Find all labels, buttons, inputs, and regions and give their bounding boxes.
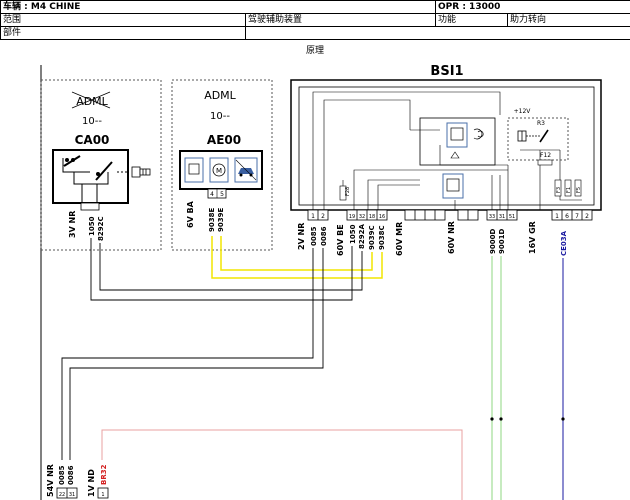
pin-label: 4 bbox=[210, 191, 214, 198]
ae00-top-label: ADML bbox=[204, 89, 236, 102]
wire-label: 0085 bbox=[310, 226, 318, 246]
pin-label: 6 bbox=[565, 213, 569, 220]
vehicle-icon bbox=[234, 157, 258, 183]
ca00-switch-box bbox=[52, 149, 129, 204]
ae00-name: AE00 bbox=[207, 133, 241, 147]
bsi-voltage-label: +12V bbox=[514, 108, 532, 115]
wire-label: 1050 bbox=[349, 224, 357, 244]
splice-point bbox=[561, 417, 565, 421]
bsi-signal-icon bbox=[473, 128, 484, 140]
ecu-chip-icon bbox=[184, 157, 204, 183]
pin-label: 22 bbox=[59, 492, 65, 498]
wiring-diagram: ADML 10-- CA00 3V NR 1050 8292C ADML 10-… bbox=[40, 64, 602, 500]
ca00-connector-label: 3V NR bbox=[68, 211, 77, 238]
pink-wire bbox=[101, 429, 463, 500]
bsi-relay-label: R3 bbox=[537, 120, 545, 127]
diode-icon bbox=[450, 151, 460, 159]
pin-label: 33 bbox=[489, 214, 495, 220]
wire-label: 8292C bbox=[97, 216, 105, 241]
fuse-f28-label: F28 bbox=[345, 187, 351, 196]
pin-label: 2 bbox=[321, 213, 325, 220]
bsi-name: BSI1 bbox=[430, 64, 463, 79]
svg-text:M: M bbox=[216, 167, 222, 175]
fuse-label: F5 bbox=[576, 187, 582, 193]
wire-label: 9039C bbox=[368, 225, 376, 250]
pin-label: 1 bbox=[311, 213, 315, 220]
bsi-chip-icon bbox=[446, 122, 468, 148]
bottom-connector-label: 54V NR bbox=[46, 464, 55, 497]
bsi-connector-label: 16V GR bbox=[528, 221, 537, 254]
wire-label: 9001D bbox=[498, 229, 506, 254]
wire-label: 9038E bbox=[208, 208, 216, 232]
ca00-connector bbox=[80, 202, 100, 211]
pin-label: 31 bbox=[499, 214, 505, 220]
splice-point bbox=[499, 417, 503, 421]
wire-label: BR32 bbox=[100, 464, 108, 485]
bsi-connector-label: 60V MR bbox=[395, 222, 404, 256]
pin-label: 5 bbox=[220, 191, 224, 198]
wire-label: 0085 bbox=[58, 465, 66, 485]
pin-label: 51 bbox=[509, 214, 515, 220]
fuse-f12 bbox=[537, 159, 553, 166]
pin-label: 1 bbox=[101, 492, 104, 498]
wire-label: 8292A bbox=[358, 224, 366, 249]
pin-label: 19 bbox=[349, 214, 355, 220]
motor-icon: M bbox=[209, 157, 229, 183]
relay-coil-icon bbox=[517, 129, 549, 143]
bottom-connector-label: 1V ND bbox=[87, 469, 96, 497]
ca00-name: CA00 bbox=[75, 133, 110, 147]
wire-label: 9039E bbox=[217, 208, 225, 232]
ca00-sub-label: 10-- bbox=[82, 116, 102, 127]
ae00-sub-label: 10-- bbox=[210, 111, 230, 122]
wire-label: 1050 bbox=[88, 216, 96, 236]
wire-label: 0086 bbox=[320, 226, 328, 246]
splice-point bbox=[490, 417, 494, 421]
pin-label: 1 bbox=[555, 213, 559, 220]
steering-lock-key-icon bbox=[131, 166, 151, 178]
pin-label: 2 bbox=[585, 213, 589, 220]
ca00-top-label: ADML bbox=[76, 95, 108, 108]
pin-label: 16 bbox=[379, 214, 385, 220]
ae00-connector-label: 6V BA bbox=[186, 200, 195, 228]
wire-label: 9038C bbox=[378, 225, 386, 250]
wire-label: 0086 bbox=[67, 465, 75, 485]
pin-label: 32 bbox=[359, 214, 365, 220]
green-wire bbox=[491, 256, 502, 500]
bsi-chip-icon-lower bbox=[442, 173, 464, 199]
bsi-connector-label: 2V NR bbox=[297, 223, 306, 250]
pin-label: 31 bbox=[69, 492, 75, 498]
fuse-f12-label: F12 bbox=[540, 152, 551, 159]
wire-label: 9000D bbox=[489, 229, 497, 254]
pin-label: 18 bbox=[369, 214, 375, 220]
wire-label: CE03A bbox=[560, 230, 568, 256]
bsi-connector-label: 60V NR bbox=[447, 221, 456, 254]
fuse-label: F3 bbox=[556, 187, 562, 193]
pin-label: 7 bbox=[575, 213, 579, 220]
bsi-connector-label: 60V BE bbox=[336, 224, 345, 256]
fuse-label: F1 bbox=[566, 187, 572, 193]
